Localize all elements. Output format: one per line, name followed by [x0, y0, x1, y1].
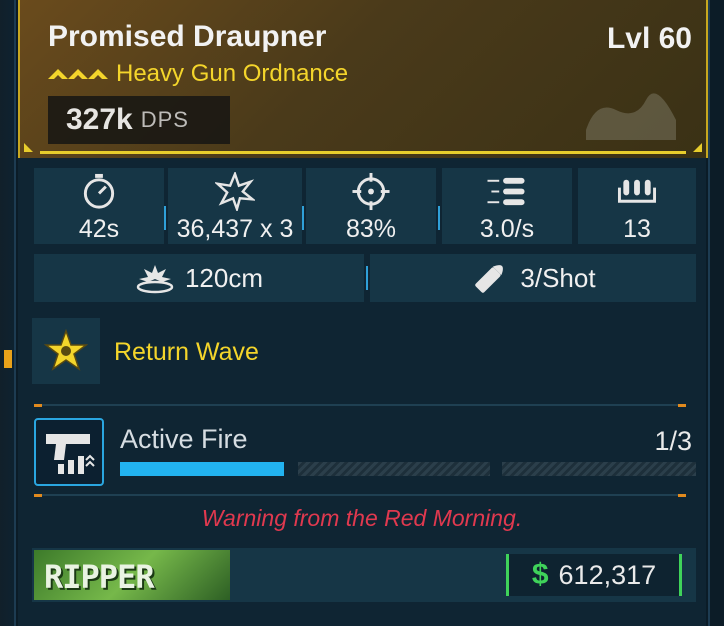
stat-ammo-cost: 3/Shot	[370, 254, 696, 302]
divider	[302, 206, 304, 230]
splash-radius-icon	[136, 265, 174, 294]
stat-value: 13	[623, 215, 651, 243]
fire-rate-icon	[487, 177, 525, 206]
mod-count: 1/3	[654, 426, 692, 456]
stat-accuracy: 83%	[306, 168, 436, 244]
stat-value: 120cm	[184, 262, 264, 293]
dps-badge: 327k DPS	[48, 96, 230, 144]
perk-name: Return Wave	[114, 338, 259, 366]
price-tag: $ 612,317	[506, 554, 682, 596]
left-frame	[0, 0, 16, 626]
divider	[34, 494, 686, 496]
perk-icon-box	[32, 318, 100, 384]
divider-marker	[34, 494, 42, 497]
rarity-chevron-icon	[48, 69, 108, 79]
ammo-cost-icon	[475, 265, 504, 293]
mod-progress-segment-empty	[298, 462, 490, 476]
stat-fire-rate: 3.0/s	[442, 168, 572, 244]
divider	[438, 206, 440, 230]
flavor-text: Warning from the Red Morning.	[201, 505, 523, 531]
stat-duration: 42s	[34, 168, 164, 244]
timer-icon	[83, 173, 115, 209]
weapon-level: Lvl 60	[606, 22, 692, 55]
item-footer: RIPPER $ 612,317	[32, 548, 696, 602]
divider-marker	[678, 404, 686, 407]
magazine-icon	[617, 179, 657, 203]
price-amount: 612,317	[558, 559, 657, 590]
weapon-type: Heavy Gun Ordnance	[116, 60, 349, 87]
stat-damage: 36,437 x 3	[168, 168, 302, 244]
mod-progress-segment-filled	[120, 462, 284, 476]
mod-progress-segment-empty	[502, 462, 696, 476]
manufacturer-logo: RIPPER	[34, 550, 230, 600]
mod-icon-box	[34, 418, 104, 486]
right-frame	[708, 0, 724, 626]
corner-marker	[24, 143, 33, 152]
perk-row[interactable]: Return Wave	[32, 318, 696, 384]
dps-value: 327k	[66, 103, 133, 136]
manufacturer-logo-text: RIPPER	[44, 558, 155, 596]
stat-splash-radius: 120cm	[34, 254, 364, 302]
divider-marker	[34, 404, 42, 407]
stat-value: 83%	[345, 215, 397, 243]
star-burst-icon	[44, 329, 88, 371]
stat-magazine: 13	[578, 168, 696, 244]
dollar-icon: $	[531, 558, 549, 591]
header-art-icon	[586, 93, 676, 140]
mod-name: Active Fire	[120, 424, 248, 454]
divider-marker	[678, 494, 686, 497]
weapon-name: Promised Draupner	[48, 20, 327, 53]
item-header: Promised Draupner Lvl 60 Heavy Gun Ordna…	[18, 0, 708, 158]
frame-marker	[4, 350, 12, 368]
pistol-upgrade-icon	[46, 434, 95, 474]
divider	[34, 404, 686, 406]
stat-value: 3.0/s	[479, 215, 535, 243]
mod-row[interactable]: Active Fire 1/3	[32, 418, 696, 488]
stat-value: 42s	[78, 215, 120, 243]
impact-icon	[215, 172, 255, 211]
stat-value: 36,437 x 3	[176, 215, 294, 243]
corner-marker	[693, 143, 702, 152]
crosshair-icon	[352, 172, 390, 211]
stat-value: 3/Shot	[520, 262, 596, 293]
dps-unit: DPS	[140, 107, 189, 132]
divider	[366, 266, 368, 290]
divider	[164, 206, 166, 230]
weapon-type-row: Heavy Gun Ordnance	[48, 60, 348, 88]
